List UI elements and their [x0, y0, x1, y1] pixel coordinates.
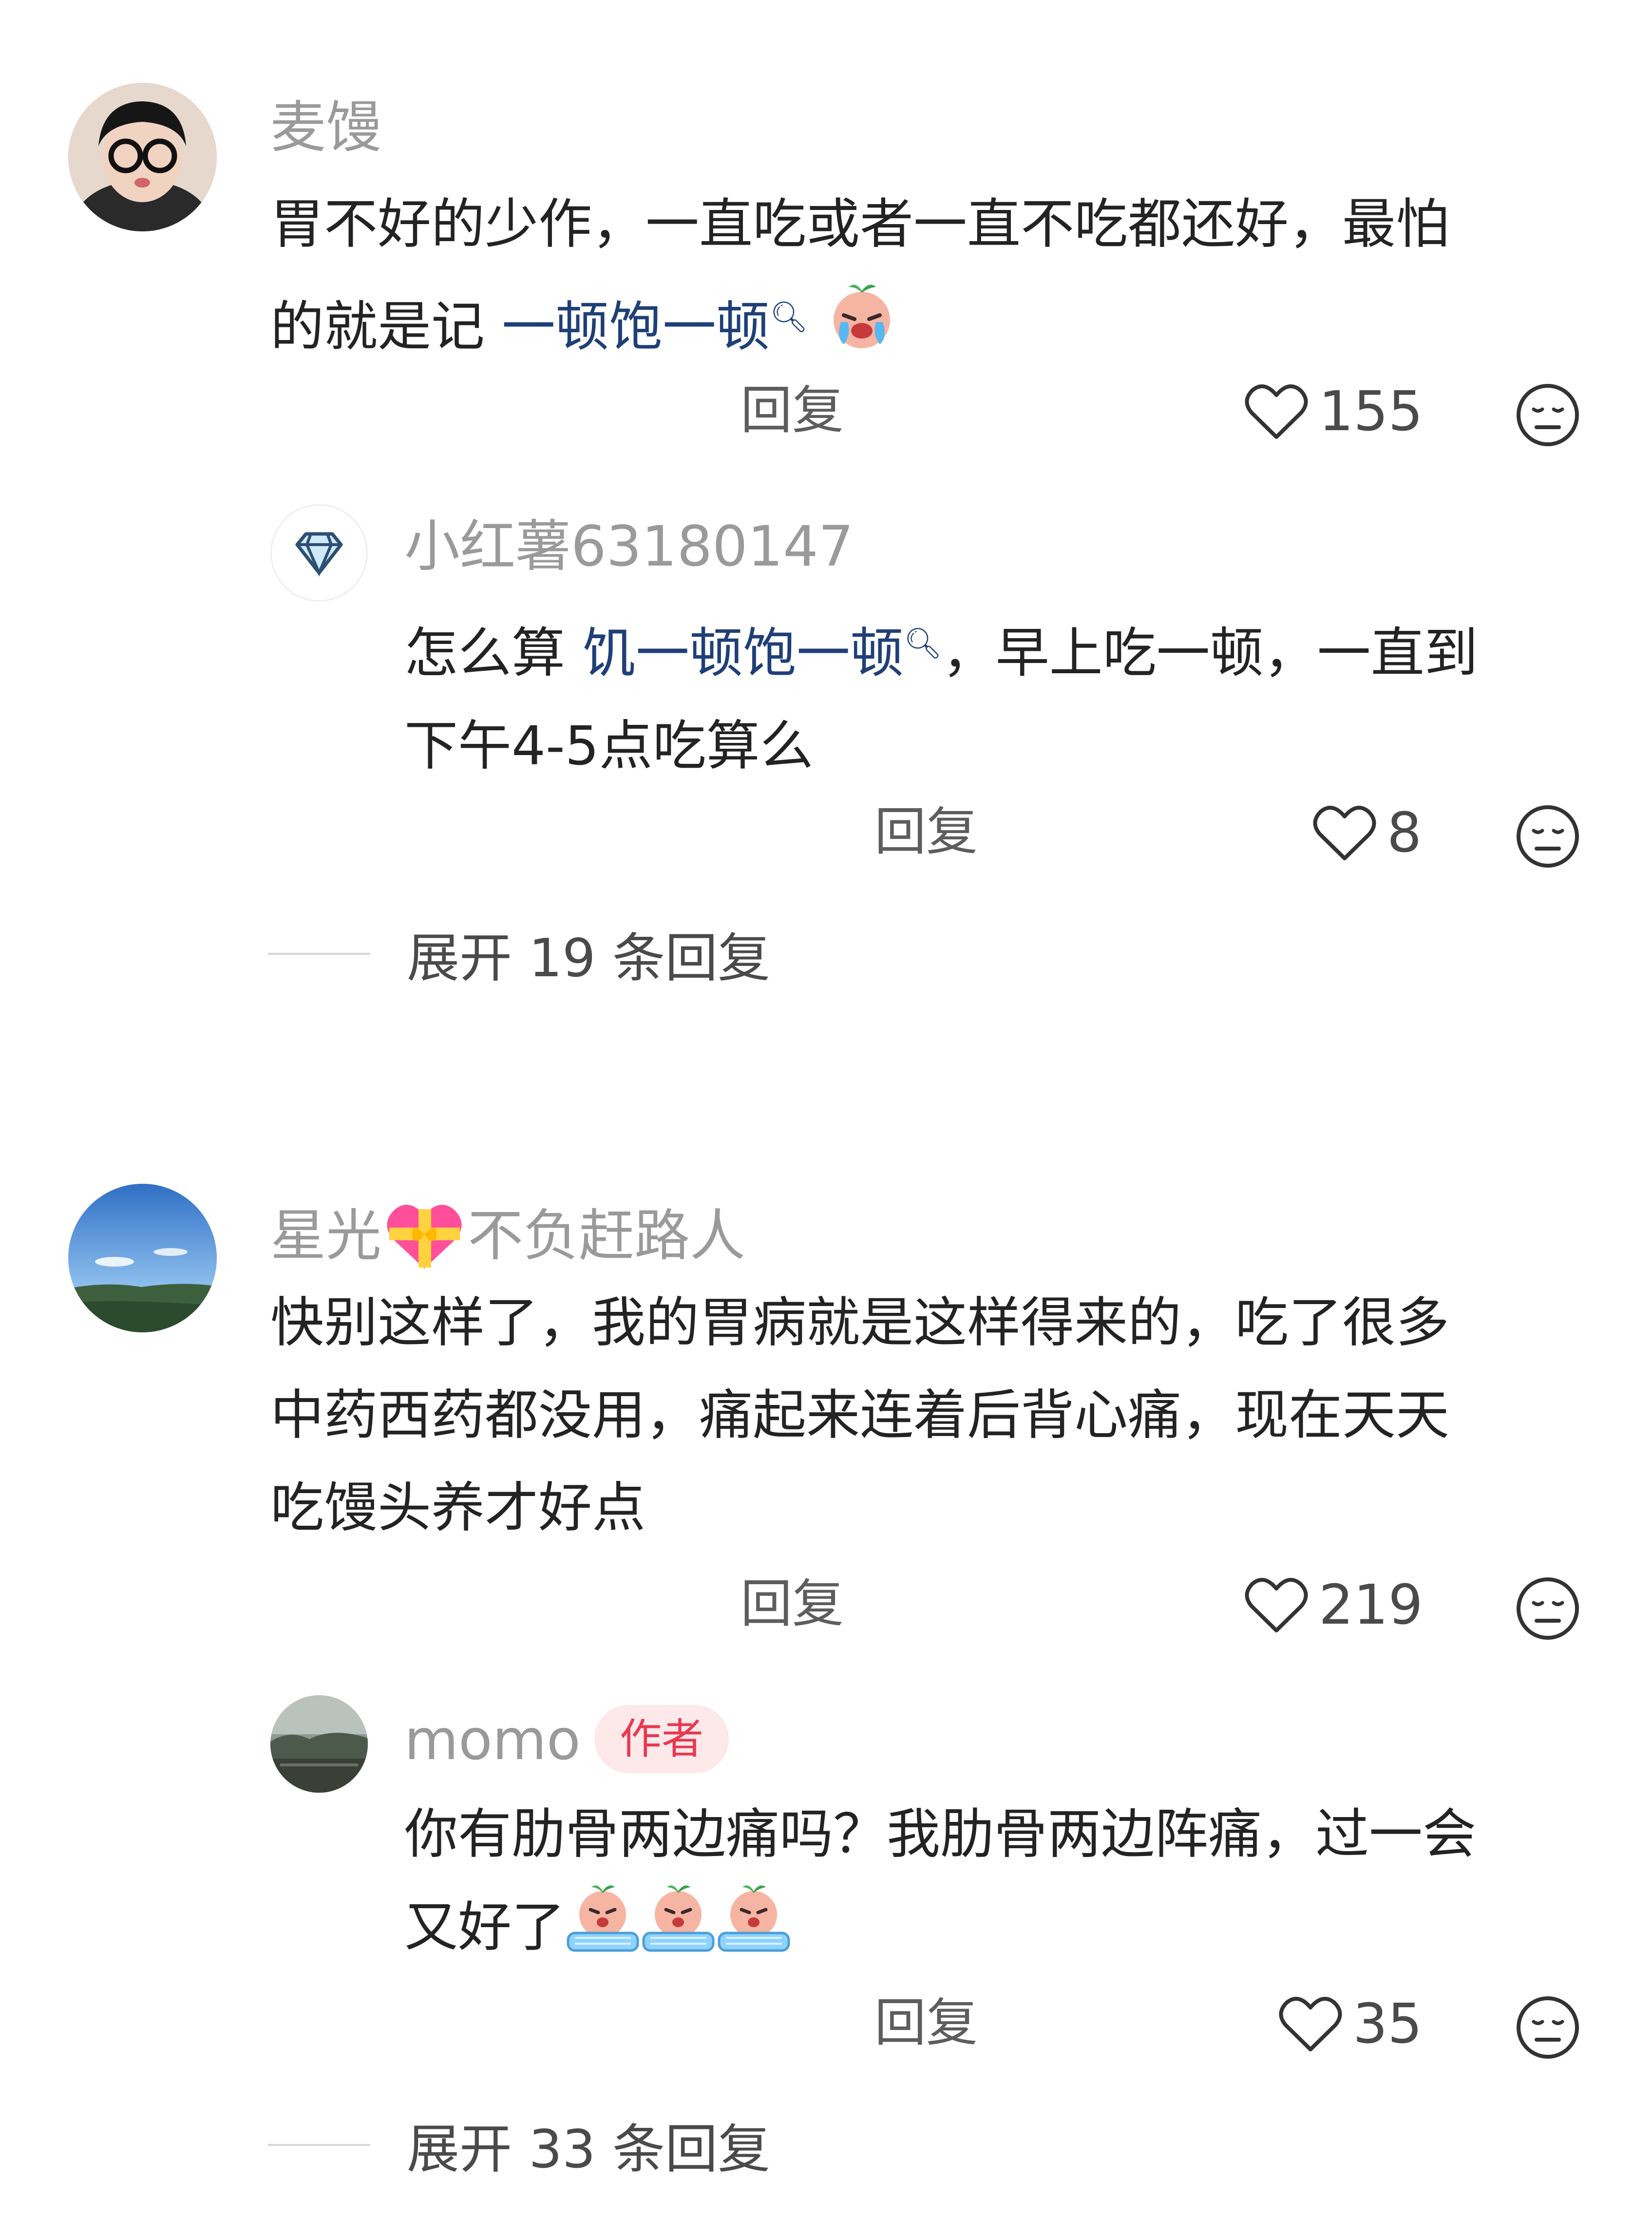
- neutral-face-icon[interactable]: [1515, 804, 1581, 872]
- reply-username[interactable]: 小红薯63180147: [404, 519, 854, 574]
- reply-text-line: 下午4-5点吃算么: [404, 714, 814, 777]
- heart-outline-icon: [1245, 384, 1308, 439]
- expand-replies-button[interactable]: 展开 19 条回复: [268, 916, 770, 992]
- avatar[interactable]: [270, 504, 368, 602]
- reply-text-line-content: 又好了: [404, 1895, 565, 1958]
- comment-text-line: 中药西药都没用，痛起来连着后背心痛，现在天天: [270, 1384, 1449, 1446]
- reply-button[interactable]: 回复: [741, 385, 844, 436]
- divider: [268, 2144, 370, 2146]
- reply-text-line: 怎么算 饥一顿饱一顿🔍︎，早上吃一顿，一直到: [404, 597, 1478, 700]
- heart-outline-icon: [1245, 1578, 1308, 1632]
- crying-face-emoji: [716, 1880, 792, 1981]
- reply-text-prefix: 怎么算: [404, 622, 582, 684]
- expand-replies-label[interactable]: 展开 19 条回复: [407, 916, 770, 992]
- comment-text-line: 的就是记 一顿饱一顿🔍︎: [270, 270, 1449, 381]
- comment-username[interactable]: 麦馒: [270, 100, 381, 155]
- comment-text-line: 胃不好的少作，一直吃或者一直不吃都还好，最怕: [270, 193, 1449, 255]
- comment-text-line: 快别这样了，我的胃病就是这样得来的，吃了很多: [270, 1291, 1449, 1354]
- comment-username[interactable]: 星光 不负赶路人: [270, 1199, 745, 1272]
- neutral-face-icon[interactable]: [1515, 1576, 1581, 1644]
- reply-button[interactable]: 回复: [874, 1997, 978, 2049]
- like-count: 219: [1319, 1573, 1423, 1637]
- topic-link[interactable]: 饥一顿饱一顿🔍︎: [582, 622, 942, 684]
- username-part: 星光: [270, 1203, 382, 1268]
- reply-button[interactable]: 回复: [874, 806, 978, 858]
- comment-text: 胃不好的少作，一直吃或者一直不吃都还好，最怕 的就是记 一顿饱一顿🔍︎: [270, 178, 1449, 381]
- topic-link-label[interactable]: 饥一顿饱一顿: [582, 622, 904, 684]
- avatar[interactable]: [68, 1184, 217, 1332]
- reply-text: 你有肋骨两边痛吗？我肋骨两边阵痛，过一会 又好了: [404, 1788, 1476, 1981]
- heart-outline-icon: [1313, 806, 1376, 860]
- like-button[interactable]: 8: [1313, 801, 1422, 865]
- expand-replies-label[interactable]: 展开 33 条回复: [407, 2107, 770, 2183]
- reply-text: 怎么算 饥一顿饱一顿🔍︎，早上吃一顿，一直到 下午4-5点吃算么: [404, 597, 1478, 792]
- comment-text: 快别这样了，我的胃病就是这样得来的，吃了很多 中药西药都没用，痛起来连着后背心痛…: [270, 1276, 1449, 1554]
- like-count: 8: [1387, 801, 1422, 865]
- divider: [268, 953, 370, 955]
- heart-ribbon-emoji: [387, 1205, 462, 1269]
- like-button[interactable]: 155: [1245, 380, 1423, 443]
- reply-text-line: 你有肋骨两边痛吗？我肋骨两边阵痛，过一会: [404, 1803, 1476, 1865]
- expand-replies-button[interactable]: 展开 33 条回复: [268, 2107, 770, 2183]
- reply-text-suffix: ，早上吃一顿，一直到: [942, 622, 1478, 684]
- like-count: 35: [1353, 1992, 1423, 2056]
- author-badge: 作者: [594, 1705, 729, 1773]
- avatar[interactable]: [68, 83, 217, 231]
- topic-link[interactable]: 一顿饱一顿🔍︎: [502, 296, 808, 358]
- crying-face-emoji: [825, 280, 898, 381]
- search-icon: 🔍︎: [903, 625, 942, 661]
- like-button[interactable]: 35: [1279, 1992, 1423, 2056]
- like-button[interactable]: 219: [1245, 1573, 1423, 1637]
- comment-text-prefix: 的就是记: [270, 295, 502, 358]
- reply-button[interactable]: 回复: [741, 1578, 844, 1630]
- avatar[interactable]: [270, 1695, 368, 1793]
- search-icon: 🔍︎: [769, 299, 808, 334]
- comment-text-line: 吃馒头养才好点: [270, 1477, 646, 1539]
- reply-text-line: 又好了: [404, 1880, 1476, 1981]
- username-part: 不负赶路人: [468, 1203, 746, 1268]
- neutral-face-icon[interactable]: [1515, 1995, 1581, 2063]
- crying-face-emoji: [565, 1880, 641, 1981]
- like-count: 155: [1319, 380, 1423, 443]
- crying-face-emoji: [641, 1880, 716, 1981]
- reply-username[interactable]: momo: [404, 1712, 581, 1768]
- heart-outline-icon: [1279, 1997, 1342, 2051]
- neutral-face-icon[interactable]: [1515, 382, 1581, 450]
- topic-link-label[interactable]: 一顿饱一顿: [502, 296, 770, 358]
